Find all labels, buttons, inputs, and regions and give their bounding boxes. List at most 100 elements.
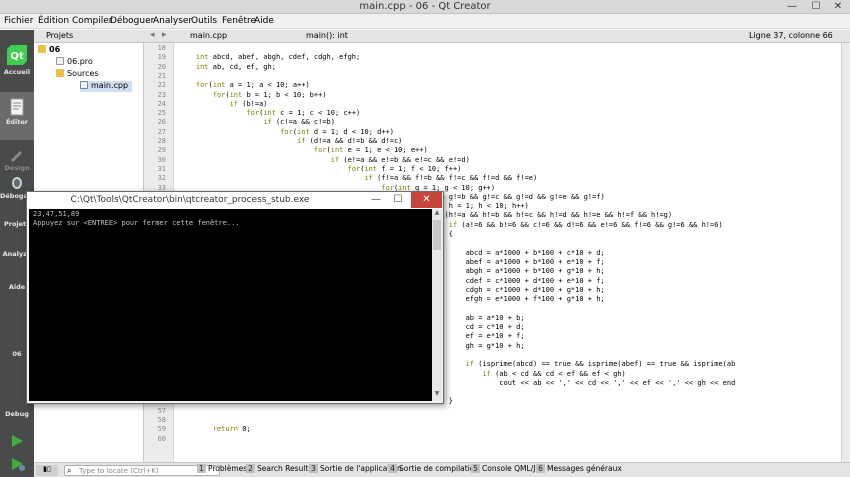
console-minimize-button[interactable]: — (365, 192, 387, 208)
line-number: 22 (157, 81, 166, 90)
run-icon[interactable] (10, 434, 24, 448)
line-number: 30 (157, 155, 166, 164)
search-icon: ⌕ (67, 466, 72, 475)
console-close-button[interactable]: ✕ (411, 192, 442, 208)
toggle-sidebar-button[interactable]: ▮▯ (36, 465, 58, 476)
tab-console-qml[interactable]: 5 Console QML/JS (471, 464, 540, 477)
menu-edition[interactable]: Édition (38, 16, 69, 26)
cursor-position: Ligne 37, colonne 66 (749, 31, 833, 40)
line-number: 58 (157, 416, 166, 424)
nav-back-icon[interactable]: ◂ (150, 30, 155, 40)
tab-number: 1 (197, 464, 206, 473)
console-scrollbar[interactable]: ▲ ▼ (432, 209, 442, 401)
scroll-up-arrow-icon[interactable]: ▲ (432, 209, 442, 219)
tree-item-label: Sources (67, 69, 99, 78)
tab-label: Search Results (257, 464, 313, 473)
mode-accueil[interactable]: Qt Accueil (0, 44, 34, 76)
output-pane-bar: ▮▯ ⌕ 1Problèmes 2Search Results 3 Sortie … (34, 462, 850, 477)
tab-number: 6 (536, 464, 545, 473)
line-number: 21 (157, 71, 166, 80)
menu-bar: Fichier Édition Compiler Déboguer Analys… (0, 14, 850, 29)
mode-aide-label: Aide (8, 283, 26, 291)
tab-sortie-compilation[interactable]: 4 Sortie de compilation (388, 464, 479, 477)
tab-label: Problèmes (208, 464, 248, 473)
maximize-button[interactable]: ☐ (804, 0, 828, 14)
mode-design-label: Design (4, 164, 30, 172)
line-number: 28 (157, 137, 166, 145)
file-icon (56, 57, 64, 65)
mode-editer-label: Éditer (5, 118, 29, 126)
document-edit-icon (10, 98, 24, 116)
scrollbar-thumb[interactable] (433, 220, 441, 250)
kit-mode-label[interactable]: Debug (0, 410, 34, 418)
line-number: 31 (157, 164, 166, 173)
tree-item-pro-file[interactable]: 06.pro (56, 57, 93, 68)
design-pen-icon (11, 151, 22, 162)
nav-forward-icon[interactable]: ▸ (162, 30, 167, 40)
tree-item-sources[interactable]: Sources (56, 69, 99, 80)
line-number: 20 (157, 62, 166, 71)
line-number: 29 (157, 146, 166, 155)
tab-search-results[interactable]: 2 Search Results (246, 464, 312, 477)
line-number: 23 (157, 90, 166, 99)
line-number: 18 (157, 44, 166, 52)
line-number: 59 (157, 425, 166, 434)
folder-icon (38, 45, 46, 53)
menu-outils[interactable]: Outils (191, 16, 217, 26)
line-number: 57 (157, 406, 166, 415)
menu-fenetre[interactable]: Fenêtre (222, 16, 256, 26)
editor-toolbar: ◂ ▸ main.cpp main(): int Ligne 37, colon… (144, 30, 850, 43)
console-title: C:\Qt\Tools\QtCreator\bin\qtcreator_proc… (70, 195, 310, 205)
tab-number: 2 (246, 464, 255, 473)
line-number: 19 (157, 53, 166, 62)
menu-fichier[interactable]: Fichier (4, 16, 33, 26)
tab-messages-generaux[interactable]: 6 Messages généraux (536, 464, 622, 477)
tab-number: 4 (388, 464, 397, 473)
tab-label: Sortie de compilation (399, 464, 480, 473)
console-maximize-button[interactable]: ☐ (387, 192, 409, 208)
line-number: 26 (157, 118, 166, 127)
close-button[interactable]: ✕ (826, 0, 850, 14)
editor-file-selector[interactable]: main.cpp (190, 31, 227, 40)
console-window: C:\Qt\Tools\QtCreator\bin\qtcreator_proc… (26, 191, 444, 404)
line-number: 25 (157, 109, 166, 118)
project-panel-header: Projets (34, 30, 144, 43)
code-line: int ab, cd, ef, gh; (195, 62, 276, 71)
mode-design[interactable]: Design (0, 148, 34, 172)
cpp-file-icon (80, 81, 88, 89)
console-titlebar[interactable]: C:\Qt\Tools\QtCreator\bin\qtcreator_proc… (27, 192, 443, 209)
tab-label: Messages généraux (547, 464, 622, 473)
line-number: 27 (157, 127, 166, 136)
mode-accueil-label: Accueil (3, 68, 31, 76)
editor-scrollbar[interactable] (841, 43, 850, 463)
tree-item-project[interactable]: 06 (38, 45, 60, 56)
mode-editer[interactable]: Éditer (0, 92, 34, 140)
menu-deboguer[interactable]: Déboguer (110, 16, 154, 26)
tab-number: 3 (309, 464, 318, 473)
svg-text:Qt: Qt (10, 51, 24, 62)
project-panel-title[interactable]: Projets (46, 31, 73, 40)
line-number: 60 (157, 434, 166, 443)
menu-analyser[interactable]: Analyser (153, 16, 192, 26)
tab-problemes[interactable]: 1 Problèmes (197, 464, 247, 477)
tree-item-label: 06 (49, 45, 61, 54)
code-line: return 0; (212, 425, 251, 434)
tab-number: 5 (471, 464, 480, 473)
menu-compiler[interactable]: Compiler (72, 16, 113, 26)
console-line: Appuyez sur <ENTRÉE> pour fermer cette f… (33, 219, 240, 227)
menu-aide[interactable]: Aide (254, 16, 274, 26)
debug-run-icon[interactable] (10, 457, 26, 471)
line-number: 32 (157, 174, 166, 183)
tree-item-main-cpp[interactable]: main.cpp (80, 81, 133, 92)
window-titlebar: main.cpp - 06 - Qt Creator — ☐ ✕ (0, 0, 850, 14)
minimize-button[interactable]: — (780, 0, 804, 14)
tree-item-label: main.cpp (91, 81, 129, 90)
editor-function-selector[interactable]: main(): int (306, 31, 348, 40)
folder-icon (56, 69, 64, 77)
tab-label: Console QML/JS (482, 464, 541, 473)
console-line: 23,47,51,89 (33, 210, 80, 218)
scroll-down-arrow-icon[interactable]: ▼ (432, 390, 442, 400)
bug-icon (12, 177, 22, 189)
console-output[interactable]: 23,47,51,89 Appuyez sur <ENTRÉE> pour fe… (29, 209, 432, 401)
window-title: main.cpp - 06 - Qt Creator (359, 1, 491, 12)
